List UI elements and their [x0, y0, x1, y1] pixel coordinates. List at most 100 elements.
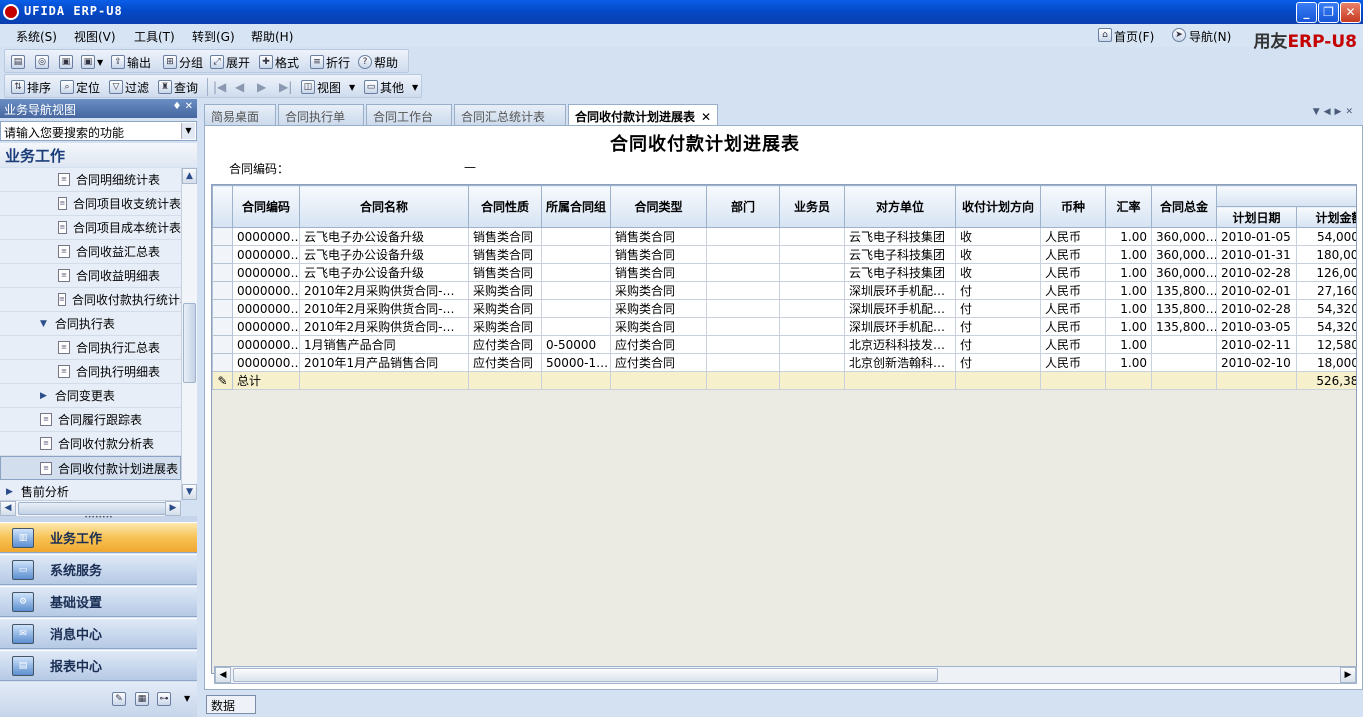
table-cell[interactable]: 人民币 [1040, 263, 1106, 282]
table-cell[interactable]: 135,800… [1151, 281, 1217, 300]
col-header[interactable]: 合同名称 [299, 185, 469, 228]
col-header[interactable]: 计划日期 [1216, 206, 1297, 228]
help-button[interactable]: ? 帮助 [358, 53, 398, 71]
table-cell[interactable]: 人民币 [1040, 335, 1106, 354]
table-row[interactable]: 0000000… 2010年2月采购供货合同-… 采购类合同 采购类合同 深圳辰环手机配… [212, 317, 1356, 336]
tab-contract-summary[interactable]: 合同汇总统计表 [454, 104, 566, 126]
tree-item-project-cost[interactable]: ≡ 合同项目成本统计表 [0, 216, 181, 240]
row-header[interactable] [212, 299, 233, 318]
table-cell[interactable] [541, 245, 611, 264]
table-cell[interactable]: 付 [955, 335, 1041, 354]
table-cell[interactable] [541, 317, 611, 336]
table-cell[interactable] [541, 227, 611, 246]
prev-record-button[interactable]: ◀ [235, 78, 244, 96]
table-cell[interactable] [706, 263, 780, 282]
table-cell[interactable]: 人民币 [1040, 227, 1106, 246]
table-cell[interactable] [1151, 353, 1217, 372]
table-cell[interactable]: 2010年2月采购供货合同-… [299, 281, 469, 300]
table-cell[interactable]: 销售类合同 [610, 227, 707, 246]
tree-item-payment-plan-progress[interactable]: ≡ 合同收付款计划进展表 [0, 456, 181, 480]
table-row[interactable]: 0000000… 2010年2月采购供货合同-… 采购类合同 采购类合同 深圳辰环手机配… [212, 281, 1356, 300]
last-record-button[interactable]: ▶| [279, 78, 292, 96]
table-cell[interactable] [779, 335, 845, 354]
table-cell[interactable]: 18,000.00 [1295, 353, 1356, 372]
tab-controls[interactable]: ▼◀▶✕ [1313, 107, 1357, 117]
table-cell[interactable]: 2010-02-28 [1216, 263, 1297, 282]
table-cell[interactable] [706, 317, 780, 336]
table-cell[interactable]: 126,000… [1295, 263, 1356, 282]
table-cell[interactable]: 2010-03-05 [1216, 317, 1297, 336]
table-row[interactable]: 0000000… 2010年2月采购供货合同-… 采购类合同 采购类合同 深圳辰环手机配… [212, 299, 1356, 318]
table-cell[interactable]: 0000000… [232, 263, 300, 282]
table-cell[interactable]: 销售类合同 [610, 263, 707, 282]
tab-contract-workbench[interactable]: 合同工作台 [366, 104, 452, 126]
view-button[interactable]: ◫ 视图 ▼ [301, 78, 355, 96]
scroll-up-icon[interactable]: ▲ [182, 168, 197, 184]
table-cell[interactable]: 0000000… [232, 353, 300, 372]
next-record-button[interactable]: ▶ [257, 78, 266, 96]
table-cell[interactable]: 135,800… [1151, 317, 1217, 336]
table-cell[interactable]: 采购类合同 [468, 299, 542, 318]
table-cell[interactable]: 2010-01-05 [1216, 227, 1297, 246]
menu-system[interactable]: 系统(S) [16, 28, 57, 45]
row-header[interactable] [212, 227, 233, 246]
tab-payment-plan-progress[interactable]: 合同收付款计划进展表 ✕ [568, 104, 718, 127]
minimize-button[interactable]: _ [1296, 2, 1317, 23]
scroll-down-icon[interactable]: ▼ [182, 484, 197, 500]
table-cell[interactable]: 应付类合同 [610, 353, 707, 372]
table-cell[interactable]: 云飞电子办公设备升级 [299, 245, 469, 264]
table-cell[interactable]: 0000000… [232, 281, 300, 300]
table-cell[interactable] [541, 263, 611, 282]
table-cell[interactable]: 0-50000 [541, 335, 611, 354]
col-header[interactable]: 合同性质 [468, 185, 542, 228]
table-cell[interactable]: 应付类合同 [610, 335, 707, 354]
table-cell[interactable]: 人民币 [1040, 245, 1106, 264]
expand-button[interactable]: ⤢ 展开 [210, 53, 250, 71]
table-cell[interactable]: 人民币 [1040, 281, 1106, 300]
table-row[interactable]: 0000000… 云飞电子办公设备升级 销售类合同 销售类合同 云飞电子科技集团收人民币… [212, 227, 1356, 246]
scroll-left-icon[interactable]: ◀ [0, 501, 16, 516]
navigate-icon[interactable]: ➤ [1172, 28, 1186, 42]
table-cell[interactable] [779, 299, 845, 318]
module-business-work[interactable]: ▥ 业务工作 [0, 522, 197, 553]
menu-view[interactable]: 视图(V) [74, 28, 116, 45]
scroll-thumb[interactable] [183, 303, 196, 383]
table-cell[interactable]: 销售类合同 [610, 245, 707, 264]
tree-item-payment-exec-stats[interactable]: ≡ 合同收付款执行统计表 [0, 288, 181, 312]
col-header[interactable]: 业务员 [779, 185, 845, 228]
table-cell[interactable]: 2010年1月产品销售合同 [299, 353, 469, 372]
group-button[interactable]: ⊞ 分组 [163, 53, 203, 71]
table-cell[interactable]: 1.00 [1105, 245, 1152, 264]
table-cell[interactable] [541, 281, 611, 300]
scroll-thumb[interactable] [233, 668, 938, 682]
row-header[interactable] [212, 245, 233, 264]
table-cell[interactable]: 54,000.00 [1295, 227, 1356, 246]
col-header[interactable]: 对方单位 [844, 185, 956, 228]
tree-folder-execution[interactable]: ▼ 合同执行表 [0, 312, 181, 336]
table-cell[interactable]: 云飞电子科技集团 [844, 227, 956, 246]
table-cell[interactable]: 1.00 [1105, 317, 1152, 336]
table-cell[interactable]: 54,320.00 [1295, 317, 1356, 336]
table-cell[interactable]: 采购类合同 [468, 281, 542, 300]
table-cell[interactable]: 北京迈科科技发… [844, 335, 956, 354]
table-cell[interactable]: 应付类合同 [468, 353, 542, 372]
table-cell[interactable]: 180,000… [1295, 245, 1356, 264]
table-cell[interactable]: 1.00 [1105, 281, 1152, 300]
tree-folder-change[interactable]: ▶ 合同变更表 [0, 384, 181, 408]
row-header[interactable] [212, 317, 233, 336]
output-button[interactable]: ⇪ 输出 [111, 53, 151, 71]
navigate-link[interactable]: 导航(N) [1189, 28, 1231, 45]
tree-item-execution-detail[interactable]: ≡ 合同执行明细表 [0, 360, 181, 384]
home-icon[interactable]: ⌂ [1098, 28, 1112, 42]
col-header[interactable]: 币种 [1040, 185, 1106, 228]
table-cell[interactable]: 采购类合同 [610, 281, 707, 300]
table-cell[interactable]: 采购类合同 [610, 317, 707, 336]
save-as-button[interactable]: ▣ ▼ [81, 53, 103, 71]
table-cell[interactable]: 12,580.00 [1295, 335, 1356, 354]
tree-icon[interactable]: ⊶ [157, 692, 171, 706]
table-cell[interactable]: 0000000… [232, 299, 300, 318]
table-row[interactable]: 0000000… 1月销售产品合同 应付类合同 0-50000 应付类合同 北京迈科科技发… [212, 335, 1356, 354]
grid-icon[interactable]: ▦ [135, 692, 149, 706]
table-cell[interactable] [779, 227, 845, 246]
table-cell[interactable] [779, 263, 845, 282]
